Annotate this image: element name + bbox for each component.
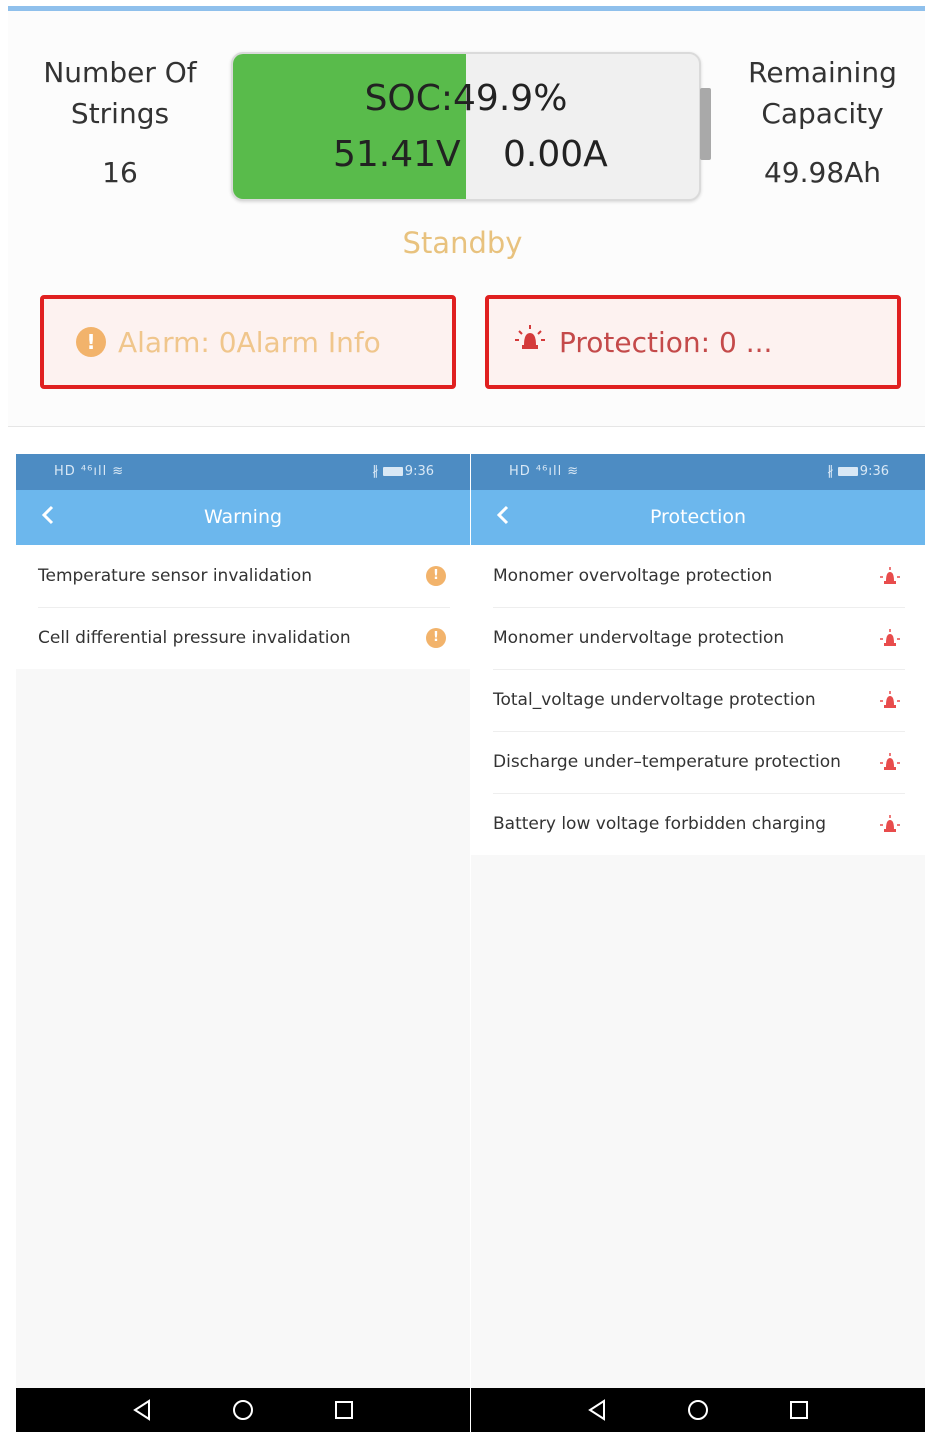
alarm-text: Alarm: 0Alarm Info [118, 325, 381, 359]
capacity-label-line1: Remaining [748, 56, 897, 89]
recents-square-icon[interactable] [787, 1398, 811, 1422]
number-of-strings-stat: Number Of Strings 16 [30, 52, 210, 189]
battery-terminal [700, 88, 711, 160]
list-item[interactable]: Cell differential pressure invalidation … [16, 607, 470, 669]
status-bar: HD ⁴⁶ıll ≋ ∦ 9:36 [471, 454, 925, 490]
status-right: ∦ 9:36 [372, 464, 434, 479]
capacity-label-line2: Capacity [761, 97, 884, 130]
battery-fill [233, 54, 466, 199]
recents-square-icon[interactable] [332, 1398, 356, 1422]
signal-icons: HD ⁴⁶ıll ≋ [509, 464, 580, 479]
alarm-light-icon [879, 752, 901, 778]
strings-value: 16 [102, 156, 138, 189]
home-circle-icon[interactable] [686, 1398, 710, 1422]
list-item[interactable]: Monomer undervoltage protection [471, 607, 925, 669]
signal-icons: HD ⁴⁶ıll ≋ [54, 464, 125, 479]
strings-label-line1: Number Of [43, 56, 197, 89]
nav-bar: Warning [16, 490, 470, 545]
list-item-label: Temperature sensor invalidation [38, 566, 313, 586]
capacity-value: 49.98Ah [763, 156, 882, 189]
list-item-label: Discharge under–temperature protection [493, 752, 841, 772]
battery-status: Standby [402, 226, 523, 260]
warning-icon: ! [426, 566, 446, 586]
battery-gauge: SOC:49.9% 51.41V 0.00A [231, 52, 701, 201]
page-title: Warning [203, 506, 283, 528]
warning-screen: HD ⁴⁶ıll ≋ ∦ 9:36 Warning Temperature sen… [16, 454, 470, 1432]
list-item[interactable]: Discharge under–temperature protection [471, 731, 925, 793]
list-item-label: Cell differential pressure invalidation [38, 628, 351, 648]
system-nav-bar [16, 1388, 470, 1432]
protection-text: Protection: 0 ... [559, 325, 773, 359]
alarm-light-icon [879, 566, 901, 592]
clock: 9:36 [404, 464, 434, 479]
list-item[interactable]: Total_voltage undervoltage protection [471, 669, 925, 731]
warning-icon: ! [426, 628, 446, 648]
alarm-light-icon [513, 323, 547, 361]
back-triangle-icon[interactable] [130, 1398, 154, 1422]
page-title: Protection [649, 506, 747, 528]
battery-icon [382, 467, 403, 476]
list-item[interactable]: Monomer overvoltage protection [471, 545, 925, 607]
list-item-label: Monomer overvoltage protection [493, 566, 773, 586]
list-item-label: Monomer undervoltage protection [493, 628, 785, 648]
alarm-light-icon [879, 628, 901, 654]
alarm-light-icon [879, 814, 901, 840]
list-item-label: Total_voltage undervoltage protection [493, 690, 816, 710]
home-circle-icon[interactable] [231, 1398, 255, 1422]
bluetooth-icon: ∦ [372, 464, 379, 479]
list-item[interactable]: Temperature sensor invalidation ! [16, 545, 470, 607]
system-nav-bar [471, 1388, 925, 1432]
status-bar: HD ⁴⁶ıll ≋ ∦ 9:36 [16, 454, 470, 490]
strings-label-line2: Strings [70, 97, 170, 130]
back-triangle-icon[interactable] [585, 1398, 609, 1422]
alarm-button[interactable]: ! Alarm: 0Alarm Info [40, 295, 456, 389]
list-item[interactable]: Battery low voltage forbidden charging [471, 793, 925, 855]
clock: 9:36 [859, 464, 889, 479]
protection-screen: HD ⁴⁶ıll ≋ ∦ 9:36 Protection Monomer over… [471, 454, 925, 1432]
current-readout: 0.00A [503, 134, 608, 175]
status-right: ∦ 9:36 [827, 464, 889, 479]
remaining-capacity-stat: Remaining Capacity 49.98Ah [730, 52, 915, 189]
list-item-label: Battery low voltage forbidden charging [493, 814, 827, 834]
alarm-light-icon [879, 690, 901, 716]
bluetooth-icon: ∦ [827, 464, 834, 479]
warning-icon: ! [76, 327, 106, 357]
voltage-readout: 51.41V [333, 134, 461, 175]
warning-list: Temperature sensor invalidation ! Cell d… [16, 545, 470, 669]
protection-button[interactable]: Protection: 0 ... [485, 295, 901, 389]
nav-bar: Protection [471, 490, 925, 545]
protection-list: Monomer overvoltage protection Monomer u… [471, 545, 925, 855]
soc-readout: SOC:49.9% [364, 78, 568, 119]
battery-icon [837, 467, 858, 476]
